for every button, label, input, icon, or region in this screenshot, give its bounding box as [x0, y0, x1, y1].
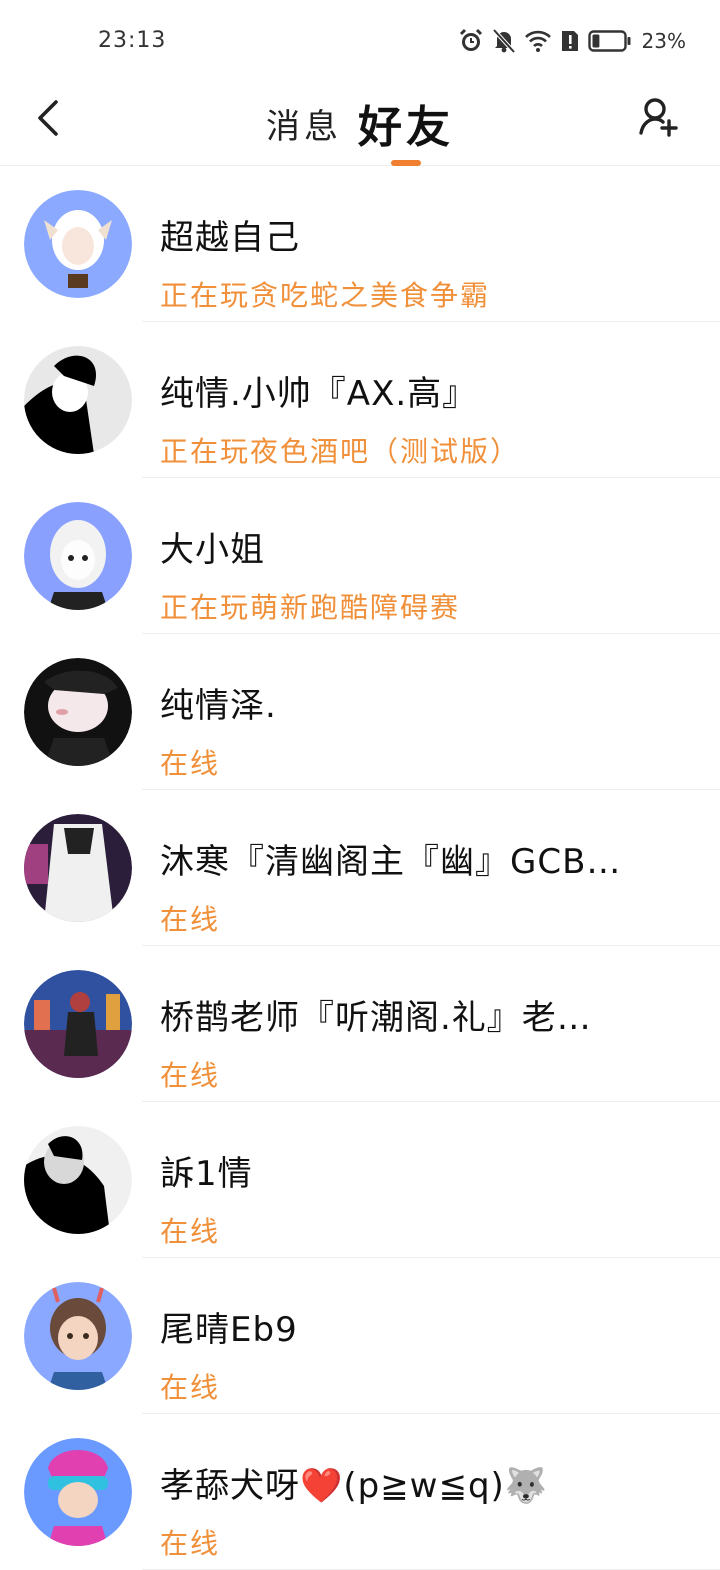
friend-name: 訴1情	[160, 1154, 253, 1194]
avatar[interactable]	[24, 658, 132, 766]
friend-row[interactable]: 沐寒『清幽阁主『幽』GCB… 在线	[0, 790, 720, 946]
tab-messages[interactable]: 消息	[264, 80, 344, 166]
friend-row[interactable]: 纯情.小帅『AX.高』 正在玩夜色酒吧（测试版）	[0, 322, 720, 478]
avatar[interactable]	[24, 1438, 132, 1546]
avatar[interactable]	[24, 814, 132, 922]
friend-row[interactable]: 訴1情 在线	[0, 1102, 720, 1258]
avatar[interactable]	[24, 1282, 132, 1390]
friend-row[interactable]: 尾晴Eb9 在线	[0, 1258, 720, 1414]
friend-list: 超越自己 正在玩贪吃蛇之美食争霸 纯情.小帅『AX.高』 正在玩夜色酒吧（测试版…	[0, 166, 720, 1570]
friend-name: 孝舔犬呀❤️(p≧w≦q)🐺	[160, 1466, 549, 1506]
friend-name: 大小姐	[160, 530, 265, 570]
avatar[interactable]	[24, 1126, 132, 1234]
friend-name: 超越自己	[160, 218, 300, 258]
friend-row[interactable]: 桥鹊老师『听潮阁.礼』老… 在线	[0, 946, 720, 1102]
alarm-icon	[458, 28, 484, 54]
battery-icon	[587, 29, 632, 53]
add-user-icon	[639, 98, 678, 137]
friend-row[interactable]: 超越自己 正在玩贪吃蛇之美食争霸	[0, 166, 720, 322]
friend-row[interactable]: 大小姐 正在玩萌新跑酷障碍赛	[0, 478, 720, 634]
avatar[interactable]	[24, 502, 132, 610]
tab-friends-label: 好友	[358, 102, 454, 153]
friend-name: 沐寒『清幽阁主『幽』GCB…	[160, 842, 622, 882]
friend-status: 正在玩萌新跑酷障碍赛	[160, 591, 461, 624]
friend-row[interactable]: 纯情泽. 在线	[0, 634, 720, 790]
friend-name: 尾晴Eb9	[160, 1310, 298, 1350]
sim-alert-icon	[560, 29, 580, 53]
avatar[interactable]	[24, 970, 132, 1078]
mute-bell-icon	[492, 28, 516, 54]
friend-status: 在线	[160, 1059, 221, 1092]
avatar[interactable]	[24, 190, 132, 298]
friend-status: 在线	[160, 1527, 221, 1560]
friend-status: 正在玩贪吃蛇之美食争霸	[160, 279, 491, 312]
avatar[interactable]	[24, 346, 132, 454]
tab-friends[interactable]: 好友	[356, 80, 456, 166]
friend-status: 在线	[160, 1215, 221, 1248]
friend-status: 在线	[160, 1371, 221, 1404]
battery-percent: 23%	[641, 29, 686, 53]
nav-header: 消息 好友	[0, 80, 720, 166]
tab-messages-label: 消息	[266, 106, 342, 147]
status-time: 23:13	[98, 28, 167, 53]
status-icons: 23%	[458, 24, 686, 58]
tab-bar: 消息 好友	[0, 80, 720, 166]
friend-status: 正在玩夜色酒吧（测试版）	[160, 435, 521, 468]
friend-name: 桥鹊老师『听潮阁.礼』老…	[160, 998, 592, 1038]
friend-status: 在线	[160, 903, 221, 936]
status-bar: 23:13 23%	[0, 0, 720, 80]
friend-name: 纯情泽.	[160, 686, 277, 726]
wifi-icon	[524, 29, 552, 53]
add-friend-button[interactable]	[634, 92, 684, 142]
friend-status: 在线	[160, 747, 221, 780]
friend-name: 纯情.小帅『AX.高』	[160, 374, 478, 414]
friend-row[interactable]: 孝舔犬呀❤️(p≧w≦q)🐺 在线	[0, 1414, 720, 1570]
